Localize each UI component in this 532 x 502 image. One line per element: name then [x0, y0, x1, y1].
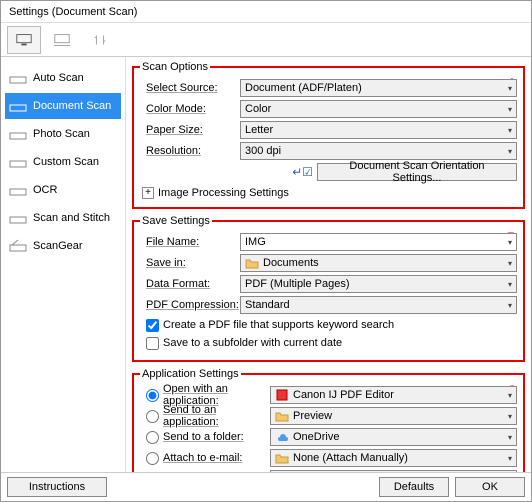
- sidebar-item-auto-scan[interactable]: Auto Scan: [5, 65, 121, 91]
- sidebar-label: OCR: [33, 184, 57, 196]
- save-in-label: Save in:: [140, 257, 240, 269]
- toolbar-tab-tools[interactable]: [83, 26, 117, 54]
- file-name-label: File Name:: [140, 236, 240, 248]
- orientation-settings-button[interactable]: Document Scan Orientation Settings...: [317, 163, 517, 181]
- sidebar-label: Custom Scan: [33, 156, 99, 168]
- paper-size-label: Paper Size:: [140, 124, 240, 136]
- subfolder-date-checkbox[interactable]: Save to a subfolder with current date: [140, 334, 517, 352]
- toolbar: [1, 23, 531, 57]
- file-name-input[interactable]: IMG▾: [240, 233, 517, 251]
- scanner-icon: [9, 71, 27, 85]
- sidebar-item-scangear[interactable]: ScanGear: [5, 233, 121, 259]
- monitor-net-icon: [53, 33, 71, 47]
- chevron-down-icon: ▾: [508, 238, 512, 247]
- sidebar-item-photo-scan[interactable]: Photo Scan: [5, 121, 121, 147]
- application-settings-group: Application Settings C Open with an appl…: [132, 368, 525, 472]
- chevron-down-icon: ▾: [508, 105, 512, 114]
- expand-icon[interactable]: +: [142, 187, 154, 199]
- resolution-label: Resolution:: [140, 145, 240, 157]
- chevron-down-icon: ▾: [508, 391, 512, 400]
- chevron-down-icon: ▾: [508, 280, 512, 289]
- send-to-app-dropdown[interactable]: Preview▾: [270, 407, 517, 425]
- attach-email-radio[interactable]: Attach to e-mail:: [140, 452, 270, 465]
- send-to-app-radio[interactable]: Send to an application:: [140, 404, 270, 428]
- defaults-button[interactable]: Defaults: [379, 477, 449, 497]
- scanner-gear-icon: [9, 239, 27, 253]
- chevron-down-icon: ▾: [508, 412, 512, 421]
- save-settings-legend: Save Settings: [140, 215, 212, 227]
- folder-icon: [275, 410, 289, 422]
- paper-size-dropdown[interactable]: Letter▾: [240, 121, 517, 139]
- ok-button[interactable]: OK: [455, 477, 525, 497]
- chevron-down-icon: ▾: [508, 301, 512, 310]
- pdf-icon: [275, 389, 289, 401]
- select-source-dropdown[interactable]: Document (ADF/Platen)▾: [240, 79, 517, 97]
- toolbar-tab-scan[interactable]: [7, 26, 41, 54]
- scanner-icon: [9, 127, 27, 141]
- image-processing-label[interactable]: Image Processing Settings: [158, 187, 289, 199]
- chevron-down-icon: ▾: [508, 84, 512, 93]
- monitor-icon: [15, 33, 33, 47]
- data-format-label: Data Format:: [140, 278, 240, 290]
- chevron-down-icon: ▾: [508, 259, 512, 268]
- chevron-down-icon: ▾: [508, 126, 512, 135]
- orientation-icon: ↵☑: [292, 165, 313, 179]
- footer: Instructions Defaults OK: [1, 472, 531, 501]
- scanner-icon: [9, 211, 27, 225]
- sidebar-label: Auto Scan: [33, 72, 84, 84]
- save-settings-group: Save Settings B File Name:IMG▾ Save in:D…: [132, 215, 525, 362]
- scanner-icon: [9, 183, 27, 197]
- attach-email-dropdown[interactable]: None (Attach Manually)▾: [270, 449, 517, 467]
- sidebar-label: Scan and Stitch: [33, 212, 110, 224]
- data-format-dropdown[interactable]: PDF (Multiple Pages)▾: [240, 275, 517, 293]
- toolbar-tab-net[interactable]: [45, 26, 79, 54]
- sidebar-item-ocr[interactable]: OCR: [5, 177, 121, 203]
- tools-icon: [91, 33, 109, 47]
- start-ocr-dropdown[interactable]: Output to Text▾: [270, 470, 517, 472]
- sidebar-item-custom-scan[interactable]: Custom Scan: [5, 149, 121, 175]
- scan-options-legend: Scan Options: [140, 61, 210, 73]
- sidebar-label: ScanGear: [33, 240, 83, 252]
- color-mode-dropdown[interactable]: Color▾: [240, 100, 517, 118]
- cloud-icon: [275, 431, 289, 443]
- main-panel: Scan Options A Select Source:Document (A…: [126, 57, 531, 472]
- keyword-search-checkbox[interactable]: Create a PDF file that supports keyword …: [140, 316, 517, 334]
- chevron-down-icon: ▾: [508, 433, 512, 442]
- sidebar-item-document-scan[interactable]: Document Scan: [5, 93, 121, 119]
- sidebar: Auto Scan Document Scan Photo Scan Custo…: [1, 57, 126, 472]
- folder-icon: [275, 452, 289, 464]
- save-in-dropdown[interactable]: Documents▾: [240, 254, 517, 272]
- instructions-button[interactable]: Instructions: [7, 477, 107, 497]
- sidebar-label: Photo Scan: [33, 128, 90, 140]
- pdf-compression-label: PDF Compression:: [140, 299, 240, 311]
- scanner-icon: [9, 155, 27, 169]
- folder-icon: [245, 257, 259, 269]
- sidebar-label: Document Scan: [33, 100, 111, 112]
- window-title: Settings (Document Scan): [1, 1, 531, 23]
- resolution-dropdown[interactable]: 300 dpi▾: [240, 142, 517, 160]
- scan-options-group: Scan Options A Select Source:Document (A…: [132, 61, 525, 209]
- scanner-icon: [9, 99, 27, 113]
- settings-window: Settings (Document Scan) Auto Scan Docum…: [0, 0, 532, 502]
- send-to-folder-radio[interactable]: Send to a folder:: [140, 431, 270, 444]
- select-source-label: Select Source:: [140, 82, 240, 94]
- chevron-down-icon: ▾: [508, 454, 512, 463]
- send-to-folder-dropdown[interactable]: OneDrive▾: [270, 428, 517, 446]
- open-with-app-dropdown[interactable]: Canon IJ PDF Editor▾: [270, 386, 517, 404]
- color-mode-label: Color Mode:: [140, 103, 240, 115]
- chevron-down-icon: ▾: [508, 147, 512, 156]
- application-settings-legend: Application Settings: [140, 368, 241, 380]
- pdf-compression-dropdown[interactable]: Standard▾: [240, 296, 517, 314]
- sidebar-item-scan-stitch[interactable]: Scan and Stitch: [5, 205, 121, 231]
